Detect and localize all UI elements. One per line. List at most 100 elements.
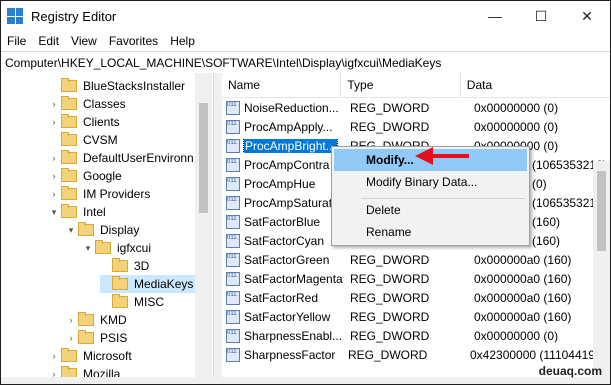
value-data: 0x000000a0 (160): [474, 271, 572, 286]
tree-item[interactable]: BlueStacksInstaller: [49, 77, 185, 95]
tree-scrollbar[interactable]: [195, 73, 212, 384]
list-scrollbar[interactable]: [593, 161, 610, 384]
chevron-down-icon[interactable]: ▾: [49, 207, 59, 218]
tree-item-label: CVSM: [83, 133, 118, 147]
title-bar: Registry Editor — ☐ ✕: [1, 1, 610, 31]
folder-icon: [61, 186, 77, 200]
tree-item-label: MISC: [134, 295, 164, 309]
column-type[interactable]: Type: [341, 73, 461, 97]
menu-view[interactable]: View: [65, 34, 103, 48]
tree-item[interactable]: ▾ Intel: [49, 203, 106, 221]
value-row[interactable]: 011 110 SatFactorYellow REG_DWORD 0x000000a…: [222, 307, 610, 326]
chevron-right-icon[interactable]: ›: [49, 189, 59, 199]
value-name: SatFactorYellow: [244, 309, 331, 324]
tree-item-label: KMD: [100, 313, 127, 327]
tree-item-label: PSIS: [100, 331, 128, 345]
folder-icon: [112, 294, 128, 308]
value-type: REG_DWORD: [350, 328, 430, 343]
tree-item[interactable]: ▾ igfxcui: [83, 239, 151, 257]
tree-item[interactable]: › KMD: [66, 311, 127, 329]
chevron-right-icon[interactable]: ›: [66, 333, 76, 343]
maximize-button[interactable]: ☐: [518, 1, 564, 31]
folder-icon: [61, 114, 77, 128]
value-type: REG_DWORD: [350, 309, 430, 324]
chevron-right-icon[interactable]: ›: [49, 99, 59, 109]
tree-item[interactable]: › Classes: [49, 95, 126, 113]
chevron-right-icon[interactable]: ›: [49, 351, 59, 361]
column-data[interactable]: Data: [461, 73, 610, 97]
folder-icon: [95, 240, 111, 254]
tree-item-label: Microsoft: [83, 349, 132, 363]
reg-dword-icon: 011 110: [226, 138, 240, 153]
tree-item[interactable]: ▾ Display: [66, 221, 139, 239]
chevron-right-icon[interactable]: ›: [49, 117, 59, 127]
tree-item-label: BlueStacksInstaller: [83, 79, 186, 93]
minimize-button[interactable]: —: [472, 1, 518, 31]
registry-editor-window: Registry Editor — ☐ ✕ File Edit View Fav…: [0, 0, 611, 385]
tree-item[interactable]: › PSIS: [66, 329, 127, 347]
folder-icon: [61, 348, 77, 362]
chevron-down-icon[interactable]: ▾: [83, 243, 93, 254]
tree-item[interactable]: MISC: [100, 293, 164, 311]
chevron-down-icon[interactable]: ▾: [66, 225, 76, 236]
value-type: REG_DWORD: [350, 290, 430, 305]
value-data: 0x000000a0 (160): [474, 309, 572, 324]
context-delete[interactable]: Delete: [334, 199, 527, 221]
menu-help[interactable]: Help: [164, 34, 201, 48]
value-type: REG_DWORD: [350, 100, 430, 115]
context-rename[interactable]: Rename: [334, 221, 527, 243]
folder-icon: [78, 222, 94, 236]
value-row[interactable]: 011 110 NoiseReduction... REG_DWORD 0x00000…: [222, 98, 610, 117]
tree-item[interactable]: 3D: [100, 257, 149, 275]
tree-item-label: Classes: [83, 97, 126, 111]
folder-icon: [61, 204, 77, 218]
reg-dword-icon: 011 110: [226, 233, 240, 248]
tree-item-label: Clients: [83, 115, 120, 129]
list-scroll-thumb[interactable]: [597, 171, 606, 251]
value-row[interactable]: 011 110 SatFactorRed REG_DWORD 0x000000a0 (…: [222, 288, 610, 307]
tree-item[interactable]: CVSM: [49, 131, 118, 149]
value-name: ProcAmpApply...: [244, 119, 333, 134]
value-row[interactable]: 011 110 SharpnessEnabl... REG_DWORD 0x00000…: [222, 326, 610, 345]
chevron-right-icon[interactable]: ›: [66, 315, 76, 325]
column-name[interactable]: Name: [222, 73, 342, 97]
value-name: ProcAmpContra: [244, 157, 330, 172]
folder-icon: [61, 168, 77, 182]
menu-favorites[interactable]: Favorites: [103, 34, 164, 48]
value-row[interactable]: 011 110 SharpnessFactor REG_DWORD 0x4230000…: [222, 345, 610, 364]
reg-dword-icon: 011 110: [226, 290, 240, 305]
value-name: ProcAmpSaturat: [244, 195, 333, 210]
reg-dword-icon: 011 110: [226, 100, 240, 115]
context-modify-binary[interactable]: Modify Binary Data...: [334, 171, 527, 193]
tree-item[interactable]: MediaKeys: [100, 275, 198, 293]
tree-scroll-thumb[interactable]: [199, 103, 208, 213]
address-bar[interactable]: Computer\HKEY_LOCAL_MACHINE\SOFTWARE\Int…: [1, 51, 610, 74]
reg-dword-icon: 011 110: [226, 252, 240, 267]
reg-dword-icon: 011 110: [226, 328, 240, 343]
reg-dword-icon: 011 110: [226, 157, 240, 172]
tree-item[interactable]: › Clients: [49, 113, 120, 131]
reg-dword-icon: 011 110: [226, 309, 240, 324]
value-row[interactable]: 011 110 ProcAmpApply... REG_DWORD 0x0000000…: [222, 117, 610, 136]
value-row[interactable]: 011 110 SatFactorMagenta REG_DWORD 0x000000…: [222, 269, 610, 288]
tree-item[interactable]: › Microsoft: [49, 347, 132, 365]
tree-item[interactable]: › IM Providers: [49, 185, 150, 203]
close-button[interactable]: ✕: [564, 1, 610, 31]
tree-item[interactable]: › DefaultUserEnvironn: [49, 149, 194, 167]
chevron-right-icon[interactable]: ›: [49, 171, 59, 181]
menu-file[interactable]: File: [1, 34, 32, 48]
registry-editor-icon: [7, 8, 23, 24]
value-name: NoiseReduction...: [244, 100, 339, 115]
value-name: SharpnessFactor: [244, 347, 336, 362]
registry-tree: BlueStacksInstaller › Classes › Clients CVSM ›…: [1, 73, 213, 384]
pane-splitter[interactable]: [213, 73, 222, 384]
chevron-right-icon[interactable]: ›: [49, 153, 59, 163]
value-data: 0x42300000 (1110441984): [470, 347, 610, 362]
value-row[interactable]: 011 110 SatFactorGreen REG_DWORD 0x000000a0…: [222, 250, 610, 269]
tree-item[interactable]: › Google: [49, 167, 122, 185]
value-type: REG_DWORD: [350, 119, 430, 134]
value-name: SatFactorGreen: [244, 252, 330, 267]
menu-edit[interactable]: Edit: [32, 34, 65, 48]
tree-item-label: igfxcui: [117, 241, 152, 255]
reg-dword-icon: 011 110: [226, 176, 240, 191]
